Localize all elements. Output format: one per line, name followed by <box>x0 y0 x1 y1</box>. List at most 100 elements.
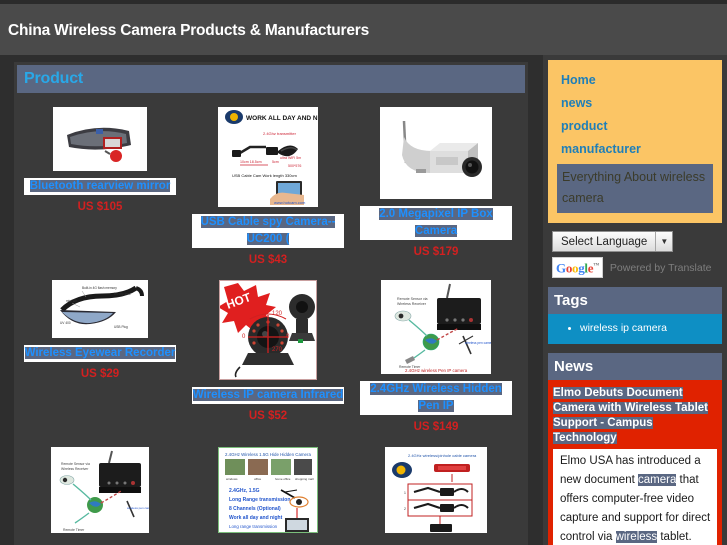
language-select-label: Select Language <box>561 235 648 248</box>
product-card[interactable]: 2.0 Megapixel IP Box Camera US $179 <box>352 93 520 266</box>
sidebar-item-manufacturer[interactable]: manufacturer <box>557 138 713 161</box>
svg-text:mini DV: mini DV <box>66 299 78 303</box>
svg-text:USB Plug: USB Plug <box>114 325 128 329</box>
product-image-ip-camera-infrared[interactable]: HOT 120 0 0 270 <box>219 280 317 380</box>
svg-text:USB Cable Cam Work length 330c: USB Cable Cam Work length 330cm <box>232 173 298 178</box>
product-price: US $149 <box>413 421 459 433</box>
product-title-text: USB Cable spy Camera--UC200 ( <box>200 216 336 245</box>
product-price: US $29 <box>80 368 120 380</box>
sidebar-nav-panel: Home news product manufacturer Everythin… <box>548 60 722 223</box>
product-price: US $179 <box>413 246 459 258</box>
svg-text:2.4Ghz transmitter: 2.4Ghz transmitter <box>263 131 297 136</box>
product-price: US $105 <box>77 201 123 213</box>
product-price: US $43 <box>248 254 288 266</box>
product-title-text: 2.0 Megapixel IP Box Camera <box>379 208 493 237</box>
translate-credit-text: Powered by Translate <box>609 261 712 274</box>
svg-text:2.4GHz wireless Pen IP camera: 2.4GHz wireless Pen IP camera <box>405 368 468 373</box>
svg-text:www.hotcam.com: www.hotcam.com <box>274 200 306 205</box>
svg-text:shopping mall: shopping mall <box>295 477 314 481</box>
svg-text:2.4GHz Wireless 1.5G Hide Hidd: 2.4GHz Wireless 1.5G Hide Hidden Camera <box>225 452 311 457</box>
product-price: US $52 <box>248 410 288 422</box>
news-headline-text: Elmo Debuts Document Camera with Wireles… <box>553 387 708 445</box>
tags-panel: wireless ip camera <box>548 314 722 345</box>
svg-text:Long Range transmission: Long Range transmission <box>229 497 290 503</box>
sidebar-item-news[interactable]: news <box>557 92 713 115</box>
product-card[interactable]: WORK ALL DAY AND NIGHT 2.4Ghz transmitte… <box>184 93 352 266</box>
news-headline[interactable]: Elmo Debuts Document Camera with Wireles… <box>553 386 717 449</box>
product-title[interactable]: 2.0 Megapixel IP Box Camera <box>360 206 512 240</box>
news-body: Elmo USA has introduced a new document c… <box>553 449 717 545</box>
product-card[interactable]: 2.4GHz Wireless 1.5G Hide Hidden Camera … <box>184 433 352 533</box>
product-image-wireless-hidden-camera-kit[interactable]: 2.4GHz Wireless 1.5G Hide Hidden Camera … <box>218 447 318 533</box>
product-title[interactable]: Bluetooth rearview mirror <box>24 178 176 195</box>
svg-text:Built-in 4G flash memory: Built-in 4G flash memory <box>82 286 117 290</box>
sidebar-item-home[interactable]: Home <box>557 69 713 92</box>
tags-list: wireless ip camera <box>548 320 722 336</box>
product-section-heading: Product <box>17 65 525 93</box>
translate-credit-row: Google™ Powered by Translate <box>552 257 727 279</box>
svg-text:windows: windows <box>226 477 238 481</box>
product-section-heading-label: Product <box>24 70 84 87</box>
svg-text:Remote Sensor via: Remote Sensor via <box>61 462 90 466</box>
product-title[interactable]: USB Cable spy Camera--UC200 ( <box>192 214 344 248</box>
news-keyword-wireless: wireless <box>615 531 658 544</box>
svg-text:5cm: 5cm <box>272 160 279 164</box>
news-heading-label: News <box>554 358 594 376</box>
product-image-wireless-pinhole-ip-camera[interactable]: Remote Sensor via Wireless Receiver Remo… <box>51 447 149 533</box>
sidebar-feature-link[interactable]: Everything About wireless camera <box>557 164 713 213</box>
google-translate-widget: Select Language ▼ Google™ Powered by Tra… <box>552 231 727 279</box>
product-image-eyewear-recorder[interactable]: Built-in 4G flash memory 5.0 mp lens min… <box>52 280 148 338</box>
svg-text:ultra WiFi 5m: ultra WiFi 5m <box>280 156 301 160</box>
tags-section-heading: Tags <box>548 287 722 315</box>
product-title[interactable]: 2.4GHz Wireless Hidden Pen IP <box>360 381 512 415</box>
product-title[interactable]: Wireless IP camera Infrared <box>192 387 344 404</box>
news-keyword-camera: camera <box>638 474 677 487</box>
tag-item[interactable]: wireless ip camera <box>548 320 722 336</box>
svg-text:10cm 18.5cm: 10cm 18.5cm <box>240 160 262 164</box>
svg-text:5.0 mp lens: 5.0 mp lens <box>114 292 131 296</box>
product-image-ip-box-camera[interactable] <box>380 107 492 199</box>
svg-text:2: 2 <box>404 507 406 511</box>
svg-text:1: 1 <box>404 491 406 495</box>
product-grid: Bluetooth rearview mirror US $105 WORK A… <box>14 93 528 533</box>
svg-text:120: 120 <box>272 311 283 317</box>
news-panel: Elmo Debuts Document Camera with Wireles… <box>548 380 722 545</box>
google-logo: Google™ <box>552 257 603 279</box>
svg-text:270: 270 <box>272 347 283 353</box>
product-title-text: Wireless Eyewear Recorder <box>24 347 176 359</box>
svg-text:home office: home office <box>275 477 291 481</box>
svg-text:8 Channels (Optional): 8 Channels (Optional) <box>229 506 281 512</box>
svg-text:wireless pen camera: wireless pen camera <box>127 506 149 510</box>
svg-text:Work all day and night: Work all day and night <box>229 515 283 521</box>
product-card[interactable]: 2.4GHz wireless/pinhole cable camera 1 2 <box>352 433 520 533</box>
svg-text:WORK ALL DAY AND NIGHT: WORK ALL DAY AND NIGHT <box>246 115 318 122</box>
language-select[interactable]: Select Language ▼ <box>552 231 674 252</box>
page-title: China Wireless Camera Products & Manufac… <box>8 22 370 39</box>
product-card[interactable]: Bluetooth rearview mirror US $105 <box>16 93 184 266</box>
svg-text:500*576: 500*576 <box>288 164 301 168</box>
svg-text:UV 400: UV 400 <box>60 321 71 325</box>
product-card[interactable]: Remote Sensor via Wireless Receiver Remo… <box>16 433 184 533</box>
svg-text:Wireless Receiver: Wireless Receiver <box>61 467 89 471</box>
product-card[interactable]: Built-in 4G flash memory 5.0 mp lens min… <box>16 266 184 433</box>
chevron-down-icon[interactable]: ▼ <box>655 232 672 251</box>
product-title-text: Bluetooth rearview mirror <box>29 180 171 192</box>
product-card[interactable]: HOT 120 0 0 270 Wireless IP camera Infra… <box>184 266 352 433</box>
product-title-text: 2.4GHz Wireless Hidden Pen IP <box>370 383 502 412</box>
product-image-usb-cable-spy-camera[interactable]: WORK ALL DAY AND NIGHT 2.4Ghz transmitte… <box>218 107 318 207</box>
svg-text:2.4GHz wireless/pinhole cable: 2.4GHz wireless/pinhole cable camera <box>408 453 477 458</box>
tags-heading-label: Tags <box>554 292 588 310</box>
news-section-heading: News <box>548 353 722 381</box>
product-card[interactable]: Remote Sensor via Wireless Receiver Remo… <box>352 266 520 433</box>
product-title-text: Wireless IP camera Infrared <box>192 389 344 401</box>
product-title[interactable]: Wireless Eyewear Recorder <box>24 345 176 362</box>
svg-text:office: office <box>254 477 261 481</box>
sidebar: Home news product manufacturer Everythin… <box>543 55 727 545</box>
svg-text:Remote Sensor via: Remote Sensor via <box>397 297 428 301</box>
svg-text:Remote Timer: Remote Timer <box>63 528 85 532</box>
svg-text:2.4GHz, 1.5G: 2.4GHz, 1.5G <box>229 488 260 494</box>
sidebar-item-product[interactable]: product <box>557 115 713 138</box>
product-image-rearview-mirror-camera[interactable] <box>53 107 147 171</box>
product-image-wireless-cable-camera-kit[interactable]: 2.4GHz wireless/pinhole cable camera 1 2 <box>385 447 487 533</box>
product-image-wireless-hidden-pen-ip[interactable]: Remote Sensor via Wireless Receiver Remo… <box>381 280 491 374</box>
